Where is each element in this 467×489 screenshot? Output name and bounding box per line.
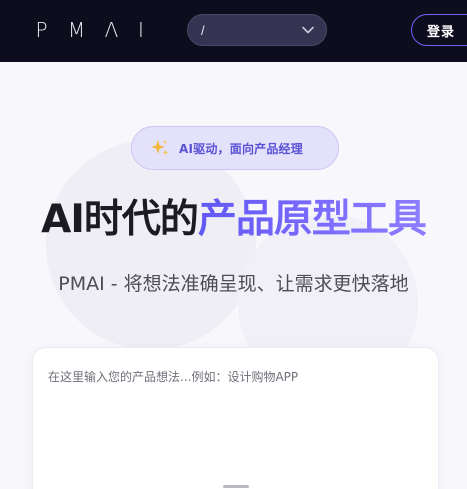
hero-headline-highlight: 产品原型工具 xyxy=(197,197,427,242)
prompt-input[interactable] xyxy=(48,368,424,478)
background-blob xyxy=(46,140,256,350)
hero-headline-dark: AI时代的 xyxy=(41,197,199,242)
logo-letter-p: P xyxy=(35,18,48,42)
logo-letter-i: I xyxy=(138,18,144,42)
page: P M Λ I / 登录 AI驱动，面向产品经理 AI时代的产品原型工具 PMA… xyxy=(0,0,467,489)
hero-headline: AI时代的产品原型工具 xyxy=(0,195,467,245)
chevron-down-icon xyxy=(302,26,314,34)
project-selector-value: / xyxy=(201,22,205,38)
hero-subtitle: PMAI - 将想法准确呈现、让需求更快落地 xyxy=(58,273,409,295)
sparkles-icon xyxy=(150,138,170,158)
hero-badge: AI驱动，面向产品经理 xyxy=(131,126,339,170)
top-nav: P M Λ I / 登录 xyxy=(0,0,467,62)
logo-letter-a: Λ xyxy=(104,18,119,42)
project-selector[interactable]: / xyxy=(187,14,327,46)
logo[interactable]: P M Λ I xyxy=(26,17,151,43)
scroll-handle[interactable] xyxy=(223,485,249,488)
hero-badge-text: AI驱动，面向产品经理 xyxy=(179,141,303,156)
login-button[interactable]: 登录 xyxy=(411,14,467,46)
logo-letter-m: M xyxy=(67,18,86,42)
prompt-card xyxy=(32,347,439,489)
